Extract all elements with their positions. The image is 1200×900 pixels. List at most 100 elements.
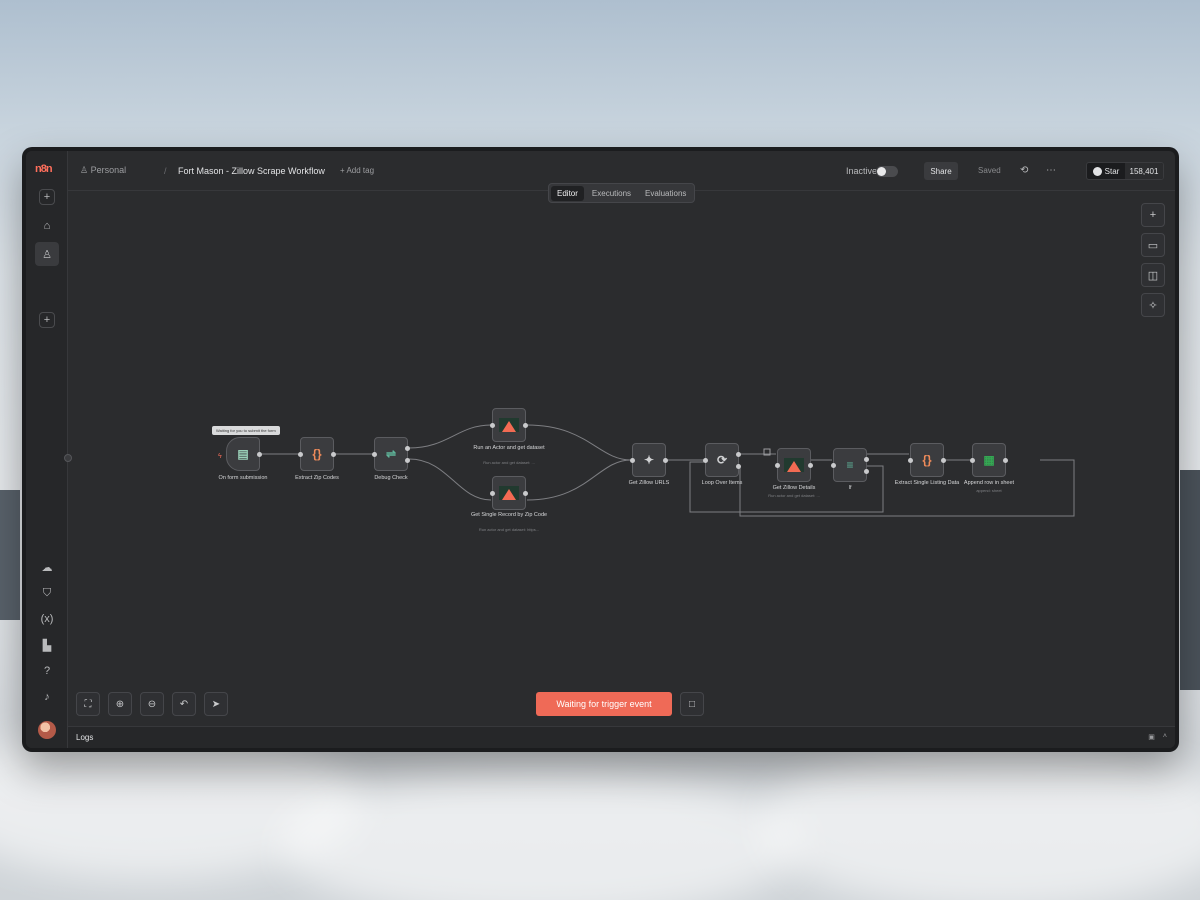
connection — [526, 424, 632, 461]
output-port[interactable] — [405, 458, 410, 463]
node-run-actor[interactable] — [490, 408, 528, 442]
node-label: Append row in sheet — [963, 480, 1015, 486]
input-port[interactable] — [630, 458, 635, 463]
node-label: Get Single Record by Zip Code — [470, 512, 548, 518]
trigger-tooltip: Waiting for you to submit the form — [212, 426, 280, 435]
canvas-controls: ⛶ ⊕ ⊖ ↶ ➤ — [76, 692, 228, 716]
output-port[interactable] — [405, 446, 410, 451]
ai-assistant-icon[interactable]: ✧ — [1141, 293, 1165, 317]
user-icon[interactable]: ♙ — [35, 242, 59, 266]
node-get-zillow-details[interactable] — [775, 448, 813, 482]
building — [0, 490, 20, 620]
switch-icon: ⇌ — [385, 447, 397, 461]
output-port[interactable] — [1003, 458, 1008, 463]
add-tag-button[interactable]: + Add tag — [340, 166, 374, 175]
select-icon[interactable]: ➤ — [204, 692, 228, 716]
breadcrumb-project-label: Personal — [90, 165, 127, 175]
input-port[interactable] — [490, 423, 495, 428]
form-icon: ▤ — [237, 447, 249, 461]
input-port[interactable] — [908, 458, 913, 463]
building — [1180, 470, 1200, 690]
add-project-icon[interactable]: + — [39, 312, 55, 328]
output-port-done[interactable] — [736, 452, 741, 457]
add-icon[interactable]: + — [39, 189, 55, 205]
output-port-false[interactable] — [864, 469, 869, 474]
github-star-button[interactable]: Star 158,401 — [1086, 162, 1164, 180]
node-form-trigger[interactable]: ▤ — [226, 437, 262, 471]
star-count: 158,401 — [1125, 163, 1163, 179]
output-port-true[interactable] — [864, 457, 869, 462]
tab-editor[interactable]: Editor — [551, 185, 584, 201]
output-port[interactable] — [808, 463, 813, 468]
code-icon: {} — [312, 447, 322, 461]
node-extract-listing[interactable]: {} — [908, 443, 946, 477]
input-port[interactable] — [298, 452, 303, 457]
output-port[interactable] — [941, 458, 946, 463]
sheets-icon: ▦ — [983, 453, 995, 467]
loop-icon: ⟳ — [716, 453, 728, 467]
output-port[interactable] — [663, 458, 668, 463]
active-toggle[interactable] — [876, 166, 898, 177]
undo-icon[interactable]: ↶ — [172, 692, 196, 716]
node-subtitle: Run actor and get dataset: ... — [768, 493, 820, 498]
sidebar-collapse-handle[interactable] — [64, 454, 72, 462]
node-subtitle: Run actor and get dataset: ... — [483, 460, 535, 465]
notifications-icon[interactable]: ♪ — [35, 685, 59, 709]
logs-panel-bar[interactable]: Logs ▣ ˄ — [68, 726, 1175, 748]
output-port[interactable] — [331, 452, 336, 457]
node-if[interactable]: ≡ — [831, 448, 869, 482]
input-port[interactable] — [831, 463, 836, 468]
sticky-note-icon[interactable]: ▭ — [1141, 233, 1165, 257]
chevron-up-icon[interactable]: ˄ — [1163, 733, 1167, 741]
input-port[interactable] — [970, 458, 975, 463]
apify-icon — [499, 418, 519, 432]
sidebar: n8n + ⌂ ♙ + ☁ ⛉ (x) ▙ ? ♪ — [26, 151, 68, 748]
insights-icon[interactable]: ▙ — [35, 633, 59, 657]
stop-icon[interactable]: □ — [680, 692, 704, 716]
zoom-out-icon[interactable]: ⊖ — [140, 692, 164, 716]
node-extract-zip[interactable]: {} — [298, 437, 336, 471]
tab-executions[interactable]: Executions — [586, 186, 637, 201]
code-icon: {} — [922, 453, 932, 467]
output-port-loop[interactable] — [736, 464, 741, 469]
templates-icon[interactable]: ⛉ — [35, 581, 59, 605]
fit-view-icon[interactable]: ⛶ — [76, 692, 100, 716]
zoom-in-icon[interactable]: ⊕ — [108, 692, 132, 716]
breadcrumb-project[interactable]: ♙ Personal — [80, 165, 126, 176]
view-tabs: Editor Executions Evaluations — [548, 183, 696, 203]
more-options-icon[interactable]: ⋯ — [1046, 165, 1056, 176]
home-icon[interactable]: ⌂ — [35, 214, 59, 238]
star-label: Star — [1104, 166, 1120, 176]
output-port[interactable] — [257, 452, 262, 457]
history-icon[interactable]: ⟲ — [1020, 165, 1028, 176]
node-get-single-record[interactable] — [490, 476, 528, 510]
cloud-icon[interactable]: ☁ — [35, 555, 59, 579]
app-screen: n8n + ⌂ ♙ + ☁ ⛉ (x) ▙ ? ♪ ♙ Personal / F… — [26, 151, 1175, 748]
input-port[interactable] — [703, 458, 708, 463]
input-port[interactable] — [372, 452, 377, 457]
avatar[interactable] — [38, 721, 56, 739]
input-port[interactable] — [775, 463, 780, 468]
node-get-zillow-urls[interactable]: ✦ — [630, 443, 668, 477]
workflow-name[interactable]: Fort Mason - Zillow Scrape Workflow — [178, 166, 325, 176]
logs-popout-icon[interactable]: ▣ — [1148, 733, 1155, 741]
brand-logo[interactable]: n8n — [35, 163, 59, 175]
node-append-row[interactable]: ▦ — [970, 443, 1008, 477]
breadcrumb-separator: / — [164, 165, 167, 176]
ai-icon: ✦ — [643, 453, 655, 467]
input-port[interactable] — [490, 491, 495, 496]
panel-icon[interactable]: ◫ — [1141, 263, 1165, 287]
share-button[interactable]: Share — [924, 162, 958, 180]
execute-workflow-button[interactable]: Waiting for trigger event — [536, 692, 672, 716]
output-port[interactable] — [523, 423, 528, 428]
node-loop-over-items[interactable]: ⟳ — [703, 443, 741, 477]
tab-evaluations[interactable]: Evaluations — [639, 186, 692, 201]
variables-icon[interactable]: (x) — [35, 607, 59, 631]
output-port[interactable] — [523, 491, 528, 496]
saved-status: Saved — [978, 166, 1001, 175]
node-label: Run an Actor and get dataset — [473, 445, 545, 451]
help-icon[interactable]: ? — [35, 659, 59, 683]
workflow-canvas[interactable]: Waiting for you to submit the form ▤ ϟ O… — [68, 192, 1175, 726]
add-node-icon[interactable]: + — [1141, 203, 1165, 227]
node-debug-check[interactable]: ⇌ — [372, 437, 410, 471]
